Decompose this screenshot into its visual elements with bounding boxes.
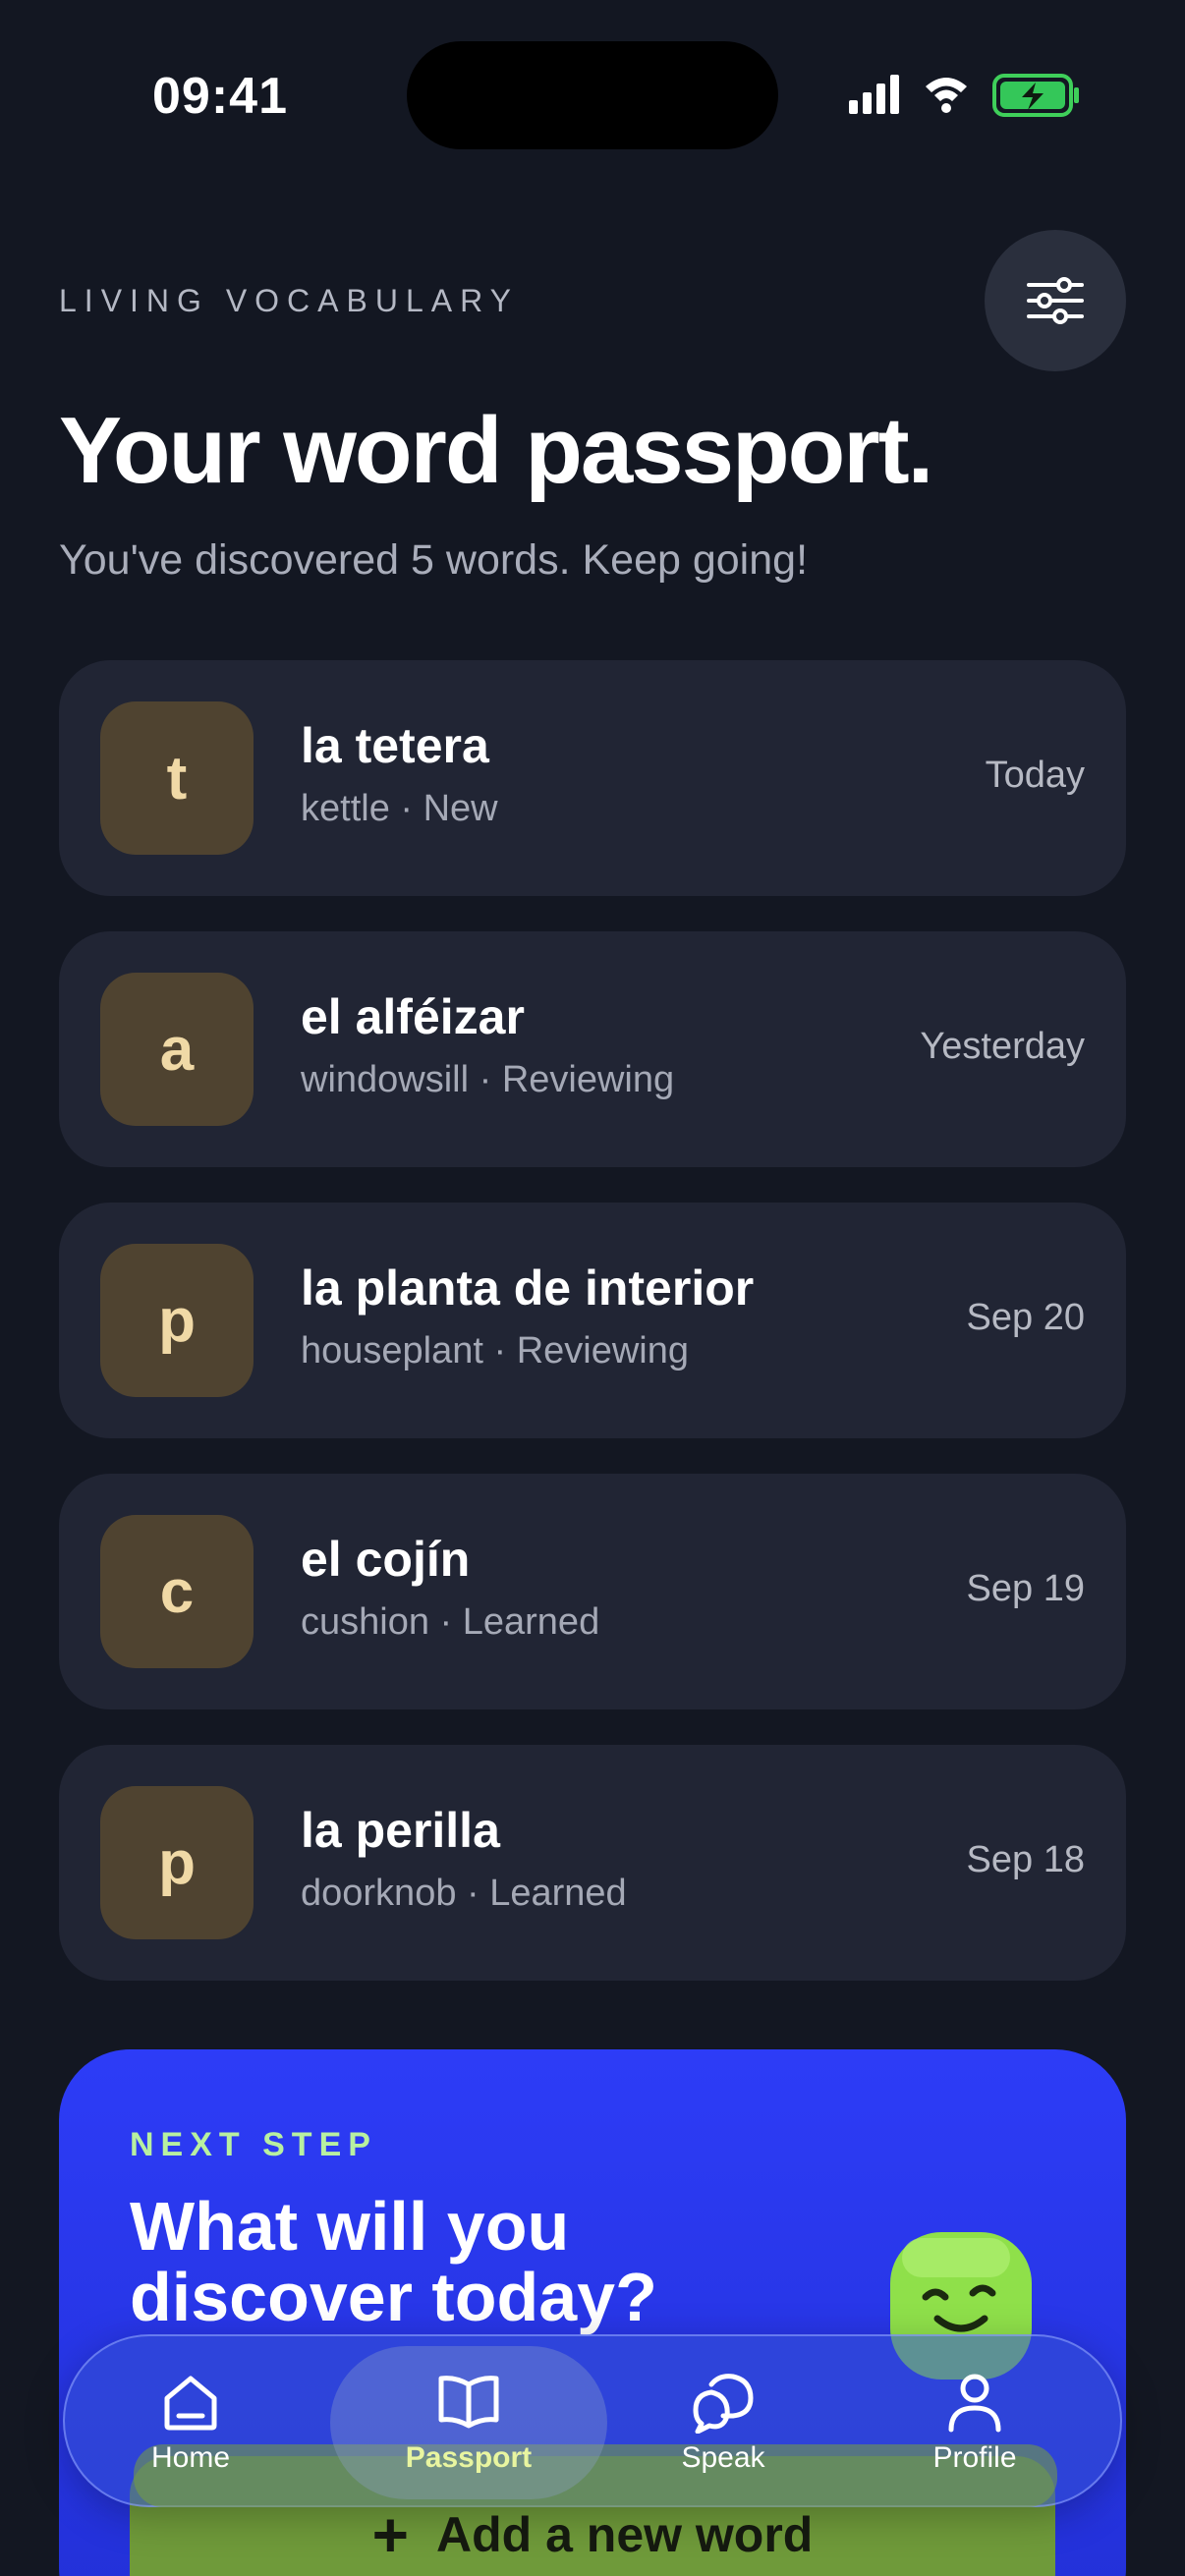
tab-passport[interactable]: Passport	[360, 2336, 578, 2509]
add-word-label: Add a new word	[436, 2507, 814, 2562]
word-meta: cushion · Learned	[301, 1601, 600, 1643]
screen: 09:41 LIVING VOCABULARY Your word passpo…	[0, 0, 1185, 2576]
word-date: Sep 20	[966, 1297, 1085, 1338]
word-initial-tile: c	[100, 1515, 254, 1668]
plus-icon: +	[371, 2499, 409, 2570]
word-initial-tile: p	[100, 1786, 254, 1939]
book-icon	[438, 2376, 499, 2429]
word-date: Sep 18	[966, 1839, 1085, 1880]
word-card[interactable]: p la planta de interior houseplant · Rev…	[59, 1203, 1126, 1438]
section-eyebrow: LIVING VOCABULARY	[59, 283, 519, 318]
word-title: la planta de interior	[301, 1260, 755, 1316]
word-card[interactable]: t la tetera kettle · New Today	[59, 660, 1126, 896]
word-date: Yesterday	[920, 1026, 1085, 1067]
word-card[interactable]: p la perilla doorknob · Learned Sep 18	[59, 1745, 1126, 1981]
word-card[interactable]: a el alféizar windowsill · Reviewing Yes…	[59, 931, 1126, 1167]
word-initial-tile: t	[100, 701, 254, 855]
dynamic-island	[407, 41, 778, 149]
page-subtitle: You've discovered 5 words. Keep going!	[59, 536, 809, 584]
word-card[interactable]: c el cojín cushion · Learned Sep 19	[59, 1474, 1126, 1709]
word-meta: kettle · New	[301, 788, 498, 829]
word-date: Sep 19	[966, 1568, 1085, 1609]
word-meta: windowsill · Reviewing	[301, 1059, 675, 1100]
signal-icon	[849, 75, 899, 114]
battery-icon	[992, 74, 1079, 117]
word-meta: houseplant · Reviewing	[301, 1330, 690, 1372]
tab-label: Speak	[681, 2441, 765, 2474]
wifi-icon	[926, 78, 967, 113]
tab-label: Home	[150, 2441, 231, 2474]
word-initial-tile: a	[100, 973, 254, 1126]
tab-bar: Home Passport Speak Profile	[63, 2334, 1122, 2507]
word-initial-tile: p	[100, 1244, 254, 1397]
word-title: el alféizar	[301, 989, 525, 1044]
next-step-title: What will you discover today?	[130, 2188, 657, 2335]
home-icon	[164, 2376, 217, 2431]
page-title: Your word passport.	[59, 398, 933, 503]
word-title: la tetera	[301, 718, 489, 773]
person-icon	[948, 2374, 1001, 2433]
tab-speak[interactable]: Speak	[637, 2336, 810, 2509]
status-time: 09:41	[152, 68, 288, 125]
sliders-icon	[1027, 277, 1084, 324]
filter-button[interactable]	[985, 230, 1126, 371]
status-icons	[849, 74, 1079, 117]
tab-label: Profile	[932, 2441, 1017, 2474]
word-title: la perilla	[301, 1803, 500, 1858]
tab-profile[interactable]: Profile	[880, 2336, 1069, 2509]
tab-home[interactable]: Home	[104, 2336, 277, 2509]
word-date: Today	[985, 755, 1085, 796]
next-step-eyebrow: NEXT STEP	[130, 2126, 377, 2163]
word-meta: doorknob · Learned	[301, 1873, 627, 1914]
tab-label: Passport	[405, 2441, 533, 2474]
word-title: el cojín	[301, 1532, 471, 1587]
chat-icon	[693, 2374, 754, 2434]
